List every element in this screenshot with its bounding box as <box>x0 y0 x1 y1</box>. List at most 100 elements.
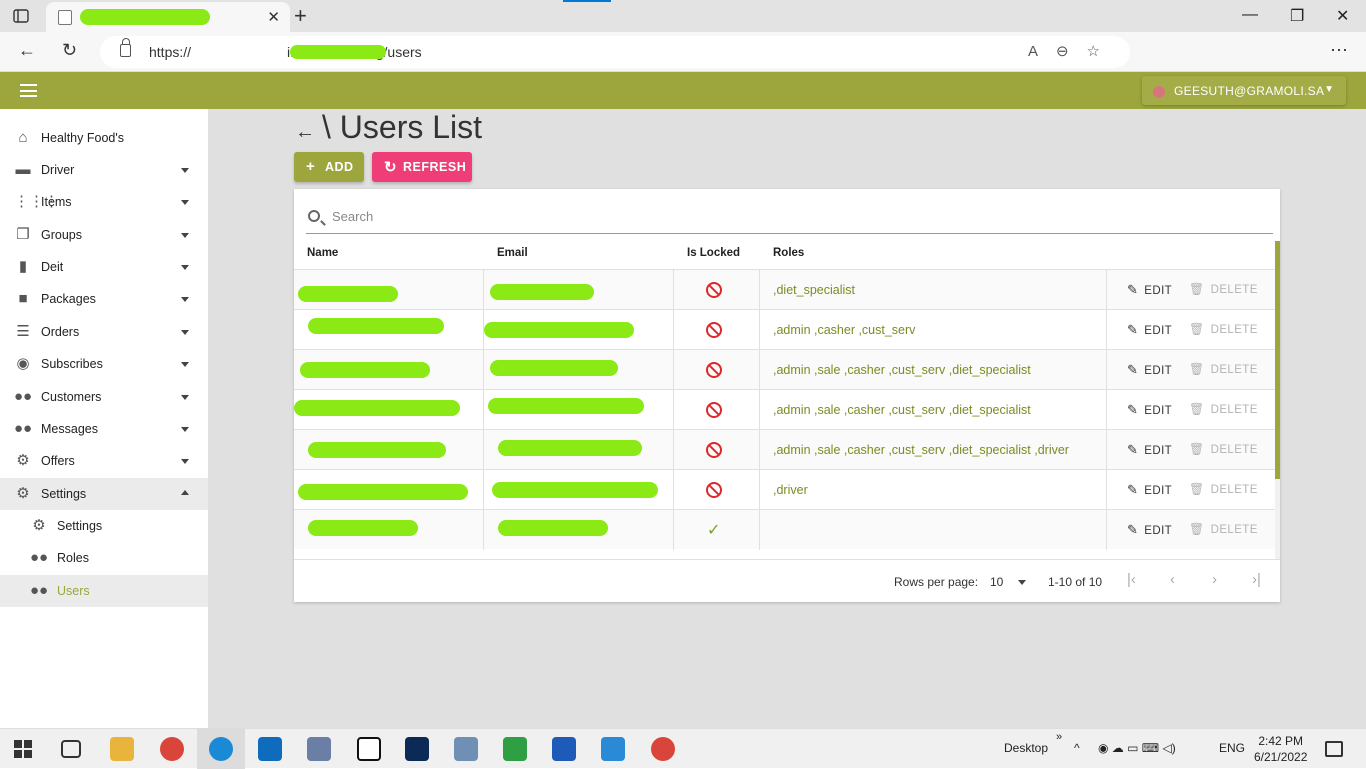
sidebar-item-subscribes[interactable]: ◉ Subscribes <box>0 348 208 380</box>
column-header-name[interactable]: Name <box>307 247 338 259</box>
delete-label: DELETE <box>1210 444 1258 456</box>
language-indicator[interactable]: ENG <box>1219 741 1245 755</box>
pencil-icon: ✎ <box>1127 362 1139 377</box>
delete-button[interactable]: 🗑 DELETE <box>1189 362 1258 376</box>
sidebar-item-messages[interactable]: ●● Messages <box>0 413 208 445</box>
add-favorite-icon[interactable]: ☆ <box>1087 43 1118 60</box>
delete-button[interactable]: 🗑 DELETE <box>1189 522 1258 536</box>
column-header-roles[interactable]: Roles <box>773 247 804 259</box>
file-explorer-icon[interactable] <box>110 737 134 761</box>
prev-page-icon[interactable]: ‹ <box>1170 571 1175 588</box>
sidebar-item-groups[interactable]: ❐ Groups <box>0 219 208 251</box>
video-app-icon[interactable] <box>454 737 478 761</box>
notion-icon[interactable] <box>357 737 381 761</box>
vscode-icon[interactable] <box>601 737 625 761</box>
first-page-icon[interactable]: |‹ <box>1127 571 1136 588</box>
windows-start-icon[interactable] <box>14 740 32 761</box>
tray-overflow-icon[interactable]: ^ <box>1074 741 1080 755</box>
email-cell <box>484 350 674 390</box>
delete-button[interactable]: 🗑 DELETE <box>1189 322 1258 336</box>
toolbar-expand-icon[interactable]: » <box>1056 731 1062 743</box>
edit-button[interactable]: ✎ EDIT <box>1127 282 1172 298</box>
notifications-icon[interactable] <box>1325 741 1343 757</box>
read-aloud-icon[interactable]: A <box>1028 43 1056 60</box>
restore-icon[interactable]: ❐ <box>1290 6 1304 26</box>
sidebar-subitem-users[interactable]: ●● Users <box>0 575 208 607</box>
sidebar-item-deit[interactable]: ▮ Deit <box>0 251 208 283</box>
last-page-icon[interactable]: ›| <box>1252 571 1261 588</box>
sidebar-item-packages[interactable]: ■ Packages <box>0 283 208 315</box>
next-page-icon[interactable]: › <box>1212 571 1217 588</box>
refresh-button[interactable]: ↻ REFRESH <box>372 152 472 182</box>
photoshop-icon[interactable] <box>405 737 429 761</box>
people-icon: ●● <box>14 420 33 437</box>
edit-button[interactable]: ✎ EDIT <box>1127 402 1172 418</box>
outlook-icon[interactable] <box>258 737 282 761</box>
rows-per-page-label: Rows per page: <box>894 575 979 589</box>
sidebar-subitem-settings[interactable]: ⚙ Settings <box>0 510 208 542</box>
menu-icon[interactable] <box>20 84 37 97</box>
browser-tab-active[interactable]: ✕ <box>46 2 290 32</box>
reload-icon[interactable]: ↻ <box>62 40 77 61</box>
actions-cell: ✎ EDIT 🗑 DELETE <box>1107 430 1275 470</box>
search-input[interactable] <box>332 209 1232 224</box>
people-icon: ●● <box>30 549 49 566</box>
delete-button[interactable]: 🗑 DELETE <box>1189 282 1258 296</box>
tray-app-icons[interactable]: ◉ ☁ ▭ ⌨ ◁) <box>1098 741 1176 755</box>
taskbar-clock[interactable]: 2:42 PM 6/21/2022 <box>1254 733 1307 765</box>
sidebar-item-settings[interactable]: ⚙ Settings <box>0 478 208 510</box>
minimize-icon[interactable]: — <box>1242 6 1258 24</box>
sidebar-item-items[interactable]: ⋮⋮⋮ Items <box>0 186 208 218</box>
sidebar-item-customers[interactable]: ●● Customers <box>0 381 208 413</box>
tab-indicator <box>563 0 611 2</box>
sidebar-item-healthy-foods[interactable]: ⌂ Healthy Food's <box>0 122 208 154</box>
url-field[interactable]: https://i.sa/web/setting/users A⊖☆ <box>100 36 1130 68</box>
more-icon[interactable]: ⋯ <box>1330 40 1348 61</box>
edit-button[interactable]: ✎ EDIT <box>1127 362 1172 378</box>
table-scrollbar[interactable] <box>1275 241 1280 559</box>
network-app-icon[interactable] <box>307 737 331 761</box>
user-menu-button[interactable]: GEESUTH@GRAMOLI.SA ▼ <box>1142 76 1346 105</box>
edit-button[interactable]: ✎ EDIT <box>1127 322 1172 338</box>
viewer-app-icon[interactable] <box>503 737 527 761</box>
edit-button[interactable]: ✎ EDIT <box>1127 482 1172 498</box>
sidebar-subitem-roles[interactable]: ●● Roles <box>0 542 208 574</box>
edge-icon[interactable] <box>209 737 233 761</box>
column-header-is-locked[interactable]: Is Locked <box>687 247 740 259</box>
zoom-icon[interactable]: ⊖ <box>1056 43 1087 60</box>
word-icon[interactable] <box>552 737 576 761</box>
delete-button[interactable]: 🗑 DELETE <box>1189 402 1258 416</box>
roles-cell: ,admin ,sale ,casher ,cust_serv ,diet_sp… <box>760 430 1107 470</box>
name-cell <box>294 390 484 430</box>
chevron-down-icon[interactable] <box>1018 580 1026 585</box>
table-header: Name Email Is Locked Roles <box>294 241 1275 269</box>
rows-per-page-select[interactable]: 10 <box>990 575 1003 589</box>
tab-actions-icon[interactable] <box>12 7 30 25</box>
blocked-icon <box>706 402 722 418</box>
sidebar-item-orders[interactable]: ☰ Orders <box>0 316 208 348</box>
chrome-icon[interactable] <box>651 737 675 761</box>
task-view-icon[interactable] <box>61 740 81 758</box>
new-tab-icon[interactable]: + <box>294 3 307 29</box>
delete-button[interactable]: 🗑 DELETE <box>1189 442 1258 456</box>
actions-cell: ✎ EDIT 🗑 DELETE <box>1107 310 1275 350</box>
sidebar-item-driver[interactable]: ▬ Driver <box>0 154 208 186</box>
back-arrow-icon[interactable]: ← <box>295 121 315 144</box>
delete-button[interactable]: 🗑 DELETE <box>1189 482 1258 496</box>
edit-button[interactable]: ✎ EDIT <box>1127 442 1172 458</box>
window-close-icon[interactable]: ✕ <box>1336 6 1349 26</box>
sidebar-item-offers[interactable]: ⚙ Offers <box>0 445 208 477</box>
delete-label: DELETE <box>1210 364 1258 376</box>
edit-button[interactable]: ✎ EDIT <box>1127 522 1172 538</box>
scrollbar-thumb[interactable] <box>1275 241 1280 479</box>
column-header-email[interactable]: Email <box>497 247 528 259</box>
desktop-toolbar-label[interactable]: Desktop <box>1004 741 1048 755</box>
browser-address-bar: ← ↻ https://i.sa/web/setting/users A⊖☆ ☆… <box>0 32 1366 96</box>
search-box <box>306 207 1273 234</box>
tab-close-icon[interactable]: ✕ <box>267 8 280 26</box>
delete-label: DELETE <box>1210 524 1258 536</box>
add-button[interactable]: + ADD <box>294 152 364 182</box>
delete-label: DELETE <box>1210 404 1258 416</box>
back-icon[interactable]: ← <box>18 40 36 61</box>
chrome-icon[interactable] <box>160 737 184 761</box>
